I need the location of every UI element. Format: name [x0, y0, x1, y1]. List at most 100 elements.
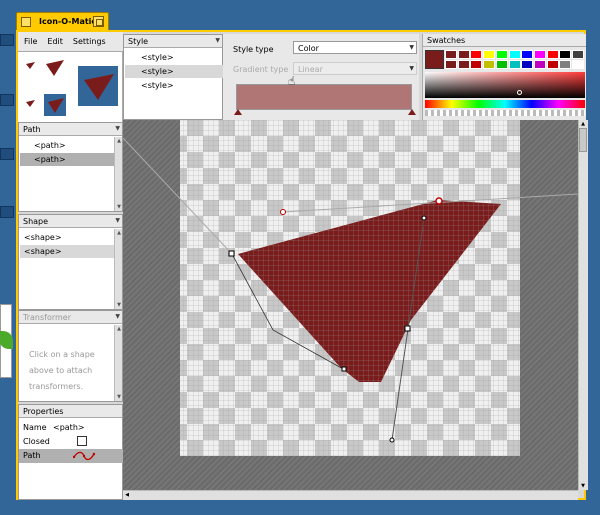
close-icon[interactable] [21, 17, 31, 27]
property-name-label: Name [23, 423, 47, 432]
color-swatch[interactable] [546, 50, 559, 59]
color-swatch[interactable] [559, 60, 572, 69]
color-swatch[interactable] [546, 60, 559, 69]
hue-slider[interactable] [425, 100, 585, 108]
path-point[interactable] [404, 325, 411, 332]
transformer-scrollbar[interactable]: ▲ ▼ [114, 325, 122, 401]
shape-panel: Shape ▼ <shape> <shape> ▲ ▼ [18, 214, 123, 310]
color-swatch[interactable] [508, 50, 521, 59]
style-list-panel: Style ▼ <style> <style> <style> [123, 34, 223, 120]
properties-panel: Properties Name <path> Closed Path [18, 404, 123, 500]
path-point[interactable] [228, 250, 235, 257]
zoom-icon[interactable] [93, 16, 104, 27]
color-swatch[interactable] [508, 60, 521, 69]
style-type-value: Color [298, 44, 319, 53]
current-swatch[interactable] [425, 50, 444, 69]
gradient-color-bar[interactable] [236, 84, 412, 110]
preview-icon-large [78, 66, 118, 106]
menu-bar: File Edit Settings [18, 32, 123, 52]
swatch-grid [445, 50, 585, 70]
color-swatch[interactable] [495, 50, 508, 59]
hand-cursor-icon: ☝ [288, 74, 296, 88]
color-swatch[interactable] [572, 60, 584, 69]
color-swatch[interactable] [521, 60, 534, 69]
style-list-item[interactable]: <style> [125, 79, 223, 92]
menu-settings[interactable]: Settings [73, 37, 106, 51]
color-swatch[interactable] [483, 60, 496, 69]
color-swatch[interactable] [572, 50, 584, 59]
color-swatch[interactable] [470, 60, 483, 69]
chevron-down-icon[interactable]: ▼ [215, 37, 220, 44]
leaf-icon [0, 331, 13, 349]
color-swatch[interactable] [445, 60, 457, 69]
properties-header: Properties [19, 405, 122, 418]
style-type-dropdown[interactable]: Color ▼ [293, 41, 417, 54]
alpha-slider[interactable] [425, 110, 585, 116]
scroll-down-icon[interactable]: ▼ [115, 393, 123, 401]
path-list-item[interactable]: <path> [20, 139, 114, 152]
desktop-icon[interactable] [0, 206, 14, 218]
icon-canvas[interactable] [123, 120, 578, 490]
color-swatch[interactable] [483, 50, 496, 59]
menu-edit[interactable]: Edit [47, 37, 63, 51]
transformer-header: Transformer ▼ [19, 311, 122, 324]
color-picker-handle[interactable] [517, 90, 522, 95]
color-swatch[interactable] [495, 60, 508, 69]
scroll-up-icon[interactable]: ▲ [579, 120, 587, 128]
preview-icon-small [26, 62, 35, 69]
control-point[interactable] [280, 209, 286, 215]
desktop-window-fragment[interactable] [0, 304, 13, 378]
transformer-panel: Transformer ▼ Click on a shape above to … [18, 310, 123, 402]
color-field[interactable] [425, 72, 585, 98]
desktop-icon[interactable] [0, 94, 14, 106]
scroll-left-icon[interactable]: ◀ [123, 491, 131, 499]
shape-scrollbar[interactable]: ▲ ▼ [114, 229, 122, 309]
gradient-type-dropdown[interactable]: Linear ▼ [293, 62, 417, 75]
window-tab[interactable]: Icon-O-Matic [16, 12, 109, 31]
scroll-thumb[interactable] [579, 128, 587, 152]
scroll-up-icon[interactable]: ▲ [115, 229, 123, 237]
chevron-down-icon[interactable]: ▼ [115, 125, 120, 132]
canvas-scrollbar-horizontal[interactable]: ◀ [123, 490, 578, 500]
color-swatch[interactable] [457, 60, 470, 69]
path-point[interactable] [341, 366, 347, 372]
path-list-item[interactable]: <path> [20, 153, 114, 166]
color-swatch[interactable] [559, 50, 572, 59]
color-swatch[interactable] [533, 60, 546, 69]
style-list-item[interactable]: <style> [125, 65, 223, 78]
scroll-down-icon[interactable]: ▼ [115, 203, 123, 211]
closed-checkbox[interactable] [77, 436, 87, 446]
triangle-icon [84, 74, 114, 100]
property-path-row[interactable]: Path [19, 449, 123, 463]
icon-o-matic-window: File Edit Settings Style ▼ <style> <styl… [16, 30, 588, 500]
color-swatch[interactable] [445, 50, 457, 59]
scroll-down-icon[interactable]: ▼ [115, 301, 123, 309]
gradient-type-label: Gradient type [233, 65, 289, 74]
shape-list-item[interactable]: <shape> [20, 245, 114, 258]
shape-list-item[interactable]: <shape> [20, 231, 114, 244]
desktop-icon[interactable] [0, 34, 14, 46]
chevron-down-icon[interactable]: ▼ [115, 313, 120, 320]
gradient-stop-right[interactable] [408, 109, 416, 115]
gradient-stop-left[interactable] [234, 109, 242, 115]
color-swatch[interactable] [521, 50, 534, 59]
control-point[interactable] [421, 215, 427, 221]
color-swatch[interactable] [470, 50, 483, 59]
scroll-down-icon[interactable]: ▼ [579, 482, 587, 490]
property-name-value[interactable]: <path> [53, 423, 85, 432]
editing-canvas[interactable] [123, 120, 578, 490]
chevron-down-icon[interactable]: ▼ [115, 217, 120, 224]
color-swatch[interactable] [533, 50, 546, 59]
scroll-up-icon[interactable]: ▲ [115, 325, 123, 333]
menu-file[interactable]: File [24, 37, 37, 51]
desktop-icon[interactable] [0, 148, 14, 160]
icon-preview-area [18, 52, 123, 122]
scroll-up-icon[interactable]: ▲ [115, 137, 123, 145]
style-list-item[interactable]: <style> [125, 51, 223, 64]
control-point[interactable] [389, 437, 395, 443]
swatches-header: Swatches [423, 34, 586, 47]
canvas-scrollbar-vertical[interactable]: ▲ ▼ [578, 120, 588, 490]
path-scrollbar[interactable]: ▲ ▼ [114, 137, 122, 211]
path-point-selected[interactable] [435, 197, 443, 205]
color-swatch[interactable] [457, 50, 470, 59]
